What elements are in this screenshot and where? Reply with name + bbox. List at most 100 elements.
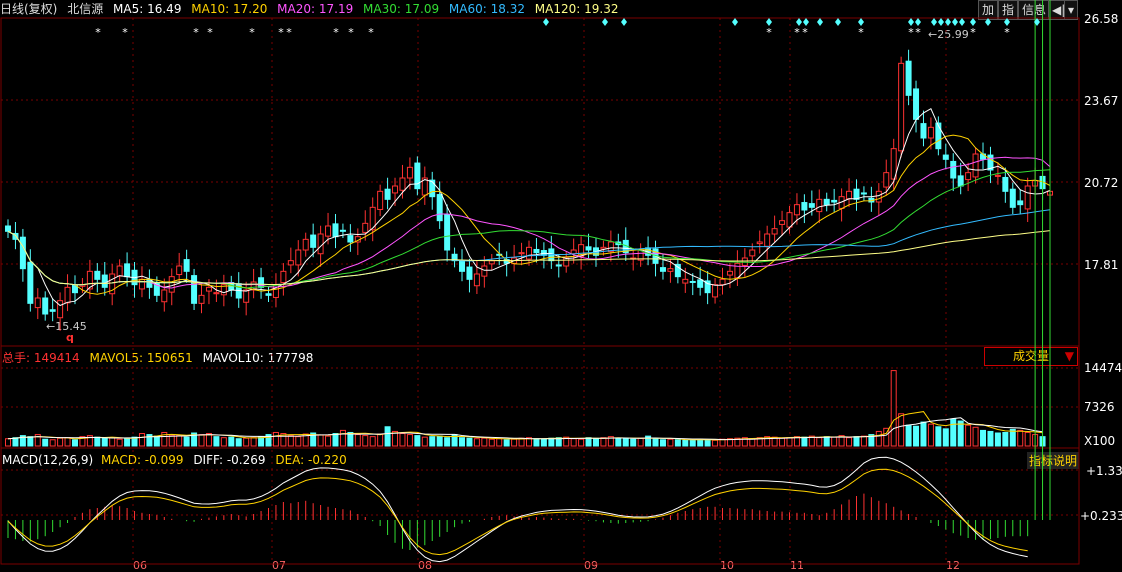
volume-bar	[444, 437, 451, 447]
volume-bar	[42, 438, 49, 447]
volume-bar	[243, 437, 250, 447]
candle-body	[682, 278, 689, 284]
candle-body	[950, 160, 957, 179]
star-marker: *	[122, 26, 128, 39]
candle-body	[697, 279, 704, 288]
volume-bar	[749, 438, 756, 447]
ma5-line	[7, 107, 1051, 307]
star-marker: *	[249, 26, 255, 39]
volume-bar	[354, 434, 361, 447]
volume-bar	[942, 428, 949, 447]
candle-body	[533, 248, 540, 254]
diamond-marker	[931, 18, 937, 26]
volume-bar	[1024, 431, 1031, 447]
volume-bar	[436, 435, 443, 447]
kline-chart[interactable]: * * * * * * * * * * * * * * * * * *	[0, 0, 1122, 569]
candle-body	[49, 309, 56, 312]
volume-bar	[481, 437, 488, 447]
volume-bar	[198, 434, 205, 447]
volume-bar	[927, 423, 934, 447]
volume-bar	[466, 437, 473, 447]
volume-bar	[630, 438, 637, 447]
volume-bar	[890, 370, 897, 447]
volume-bar	[362, 435, 369, 447]
volume-bar	[459, 437, 466, 447]
volume-bar	[250, 437, 257, 447]
candle-body	[317, 233, 324, 255]
star-marker: *	[278, 26, 284, 39]
diamond-marker	[796, 18, 802, 26]
candle-body	[741, 257, 748, 266]
candle-body	[168, 276, 175, 293]
volume-bar	[600, 437, 607, 447]
candle-body	[243, 289, 250, 303]
volume-bar	[965, 424, 972, 447]
candle-body	[295, 249, 302, 266]
candle-body	[905, 60, 912, 96]
star-marker: *	[1004, 26, 1010, 39]
candle-body	[526, 246, 532, 260]
volume-bar	[414, 435, 421, 447]
star-marker: *	[333, 26, 339, 39]
star-marker: *	[193, 26, 199, 39]
candle-body	[860, 192, 867, 195]
candle-body	[875, 190, 882, 203]
candle-body	[831, 199, 838, 203]
candle-body	[213, 292, 220, 295]
candle-body	[726, 270, 733, 276]
volume-bar	[503, 439, 510, 447]
dea-line	[7, 468, 1028, 556]
macd-panel-border	[0, 447, 1080, 565]
candle-body	[42, 297, 49, 315]
volume-bar	[853, 436, 860, 447]
star-marker: *	[908, 26, 914, 39]
volume-bar	[637, 437, 644, 447]
candle-body	[138, 278, 145, 290]
volume-bar	[124, 438, 131, 447]
volume-bar	[399, 433, 406, 447]
volume-bar	[935, 426, 942, 447]
candle-body	[429, 179, 436, 198]
candle-body	[927, 126, 934, 139]
candle-body	[994, 174, 1001, 177]
candle-body	[913, 88, 920, 120]
candle-body	[287, 260, 294, 266]
candle-body	[183, 259, 190, 272]
volume-bar	[1002, 431, 1009, 447]
volume-bar	[511, 438, 518, 447]
volume-bar	[153, 435, 160, 447]
volume-bar	[905, 424, 912, 447]
volume-bar	[183, 436, 190, 447]
diamond-marker	[543, 18, 549, 26]
candle-body	[302, 238, 309, 251]
diamond-marker	[602, 18, 608, 26]
volume-bar	[220, 437, 227, 447]
candle-body	[205, 286, 212, 292]
candle-body	[161, 289, 168, 303]
diamond-marker	[766, 18, 772, 26]
candle-body	[399, 177, 406, 191]
volume-bar	[138, 433, 145, 447]
diamond-marker	[985, 18, 991, 26]
volume-bar	[272, 431, 279, 447]
candle-body	[771, 228, 778, 235]
candle-body	[124, 263, 131, 278]
volume-bar	[332, 433, 339, 447]
candle-body	[414, 162, 421, 190]
volume-bar	[950, 418, 957, 447]
volume-bar	[719, 438, 726, 447]
volume-bar	[578, 438, 585, 447]
diamond-marker	[915, 18, 921, 26]
volume-bar	[987, 430, 994, 447]
diamond-marker	[1004, 18, 1010, 26]
volume-bar	[27, 436, 34, 447]
volume-bar	[801, 436, 808, 447]
star-marker: *	[95, 26, 101, 39]
volume-bar	[898, 413, 905, 447]
star-marker: *	[207, 26, 213, 39]
candle-body	[488, 260, 495, 265]
candle-body	[585, 246, 592, 251]
candle-body	[779, 220, 786, 225]
volume-bar	[533, 438, 540, 447]
volume-bar	[682, 439, 689, 447]
